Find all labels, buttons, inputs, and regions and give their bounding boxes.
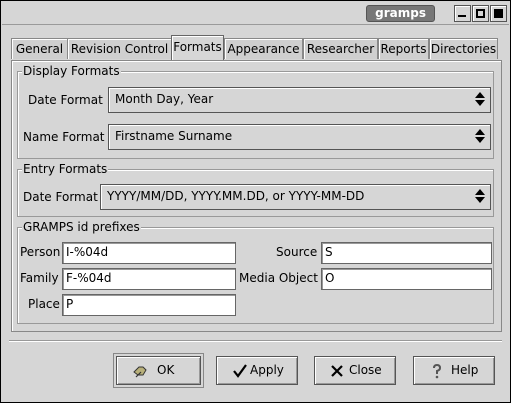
id-prefixes-heading: GRAMPS id prefixes [22,220,141,234]
entry-date-format-label: Date Format [23,190,98,204]
separator [9,340,502,342]
help-button[interactable]: Help [413,356,495,385]
place-label: Place [28,297,60,311]
help-question-icon [433,363,442,379]
media-object-prefix-input[interactable] [322,269,489,287]
minimize-icon [458,15,466,17]
tab-researcher[interactable]: Researcher [303,38,378,59]
display-date-format-label: Date Format [28,93,103,107]
close-x-icon [331,365,343,377]
help-button-label: Help [451,363,479,377]
source-label: Source [276,245,318,259]
source-prefix-input[interactable] [322,243,489,261]
entry-formats-heading: Entry Formats [22,162,109,176]
name-format-combo[interactable]: Firstname Surname [108,124,491,150]
tab-formats[interactable]: Formats [171,35,224,60]
name-format-label: Name Format [23,130,105,144]
tab-appearance[interactable]: Appearance [224,38,303,59]
media-object-prefix-field[interactable] [321,268,492,290]
updown-arrows-icon [475,189,485,203]
updown-arrows-icon [475,92,485,106]
media-object-label: Media Object [239,271,318,285]
minimize-button[interactable] [454,5,471,22]
place-prefix-input[interactable] [63,295,233,313]
formats-panel: Display Formats Date Format Month Day, Y… [11,60,502,332]
person-prefix-field[interactable] [62,242,236,264]
close-button-label: Close [349,363,382,377]
family-prefix-input[interactable] [63,269,233,287]
family-prefix-field[interactable] [62,268,236,290]
updown-arrows-icon [475,129,485,143]
close-icon [494,9,503,18]
tab-general[interactable]: General [11,38,68,59]
entry-date-format-value: YYYY/MM/DD, YYYY.MM.DD, or YYYY-MM-DD [107,189,365,203]
family-label: Family [20,271,59,285]
preferences-window: gramps General Revision Control Formats … [0,0,511,403]
name-format-value: Firstname Surname [115,129,233,143]
entry-date-format-combo[interactable]: YYYY/MM/DD, YYYY.MM.DD, or YYYY-MM-DD [100,184,491,210]
maximize-icon [476,9,485,18]
tab-directories[interactable]: Directories [429,38,498,59]
apply-button[interactable]: Apply [216,356,298,385]
close-window-button[interactable] [490,5,507,22]
place-prefix-field[interactable] [62,294,236,316]
display-date-format-value: Month Day, Year [115,92,214,106]
display-formats-group: Display Formats Date Format Month Day, Y… [17,64,494,159]
source-prefix-field[interactable] [321,242,492,264]
id-prefixes-group: GRAMPS id prefixes Person Family Place S… [17,220,494,324]
display-date-format-combo[interactable]: Month Day, Year [108,87,491,113]
person-label: Person [20,245,61,259]
ok-button-label: OK [157,363,175,377]
ok-hand-icon [133,366,147,378]
entry-formats-group: Entry Formats Date Format YYYY/MM/DD, YY… [17,162,494,217]
check-icon [233,364,247,378]
tab-reports[interactable]: Reports [378,38,429,59]
window-title: gramps [366,5,435,22]
display-formats-heading: Display Formats [22,64,121,78]
close-button[interactable]: Close [314,356,396,385]
person-prefix-input[interactable] [63,243,233,261]
tab-revision-control[interactable]: Revision Control [67,38,172,59]
title-bar[interactable]: gramps [2,2,509,25]
ok-button[interactable]: OK [113,353,204,388]
apply-button-label: Apply [250,363,284,377]
maximize-button[interactable] [472,5,489,22]
